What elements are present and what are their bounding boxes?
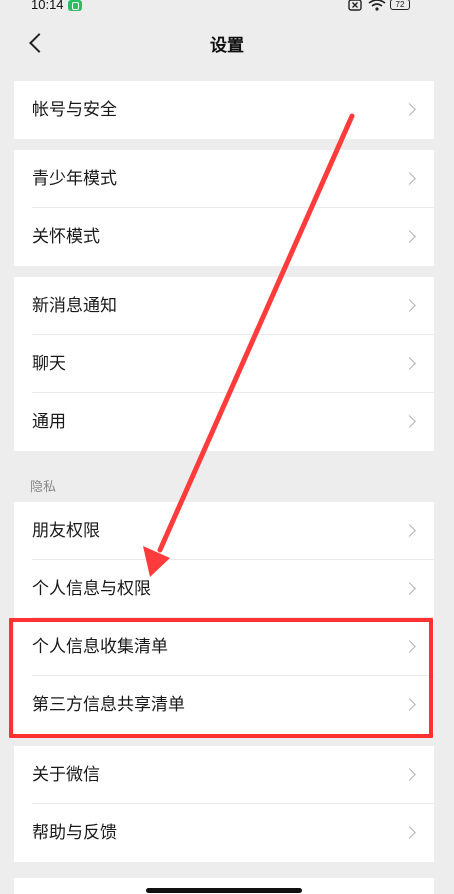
home-indicator [146, 888, 302, 893]
annotation-arrow [143, 113, 355, 577]
